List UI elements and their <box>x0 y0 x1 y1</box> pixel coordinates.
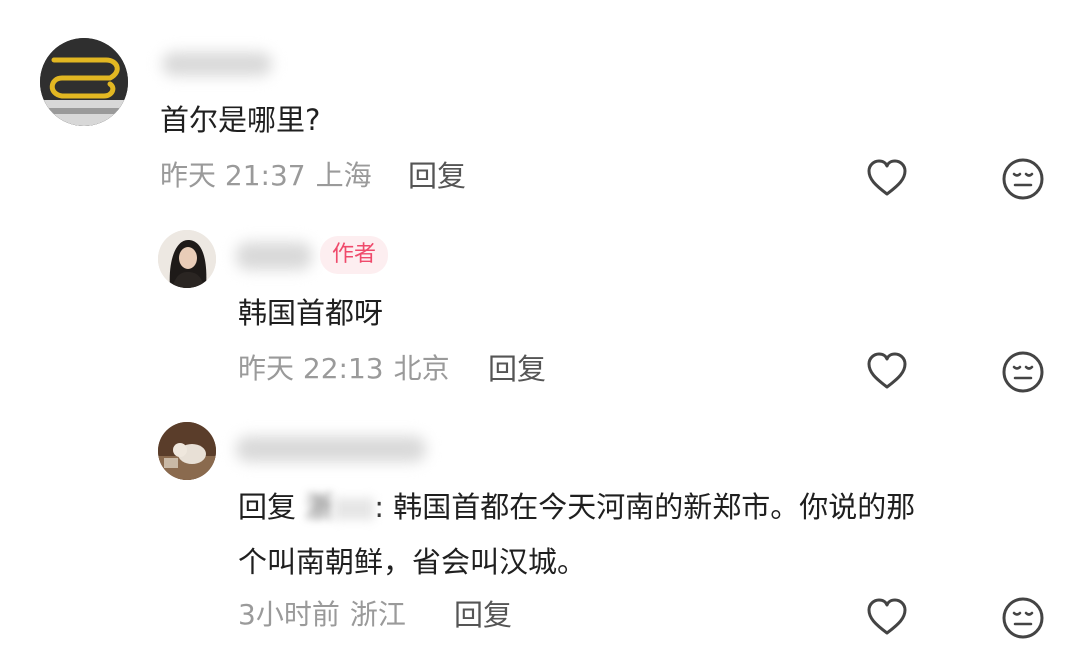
comment-text-body: : 韩国首都在今天河南的新郑市。你说的那 <box>374 490 916 524</box>
author-avatar[interactable] <box>158 230 216 288</box>
neutral-face-icon[interactable] <box>1001 350 1045 394</box>
heart-outline-icon[interactable] <box>865 157 909 201</box>
commenter-avatar[interactable] <box>40 38 128 126</box>
commenter-name-blurred <box>236 436 426 462</box>
comment-meta: 3小时前 浙江 <box>238 597 406 633</box>
comment-text-line-1: 回复 浙 : 韩国首都在今天河南的新郑市。你说的那 <box>238 487 915 527</box>
reply-button[interactable]: 回复 <box>488 351 546 387</box>
comment-text-line-2: 个叫南朝鲜，省会叫汉城。 <box>238 545 587 579</box>
cat-photo-avatar-image <box>158 422 216 480</box>
heart-outline-icon[interactable] <box>865 350 909 394</box>
author-badge: 作者 <box>320 236 389 274</box>
comment-text: 韩国首都呀 <box>238 296 384 330</box>
commenter-avatar[interactable] <box>158 422 216 480</box>
author-name-blurred <box>236 242 312 270</box>
neutral-face-icon[interactable] <box>1001 157 1045 201</box>
woman-photo-avatar-image <box>158 230 216 288</box>
comment-time: 3小时前 <box>238 598 340 631</box>
comment-location: 浙江 <box>349 598 406 631</box>
reply-button[interactable]: 回复 <box>454 597 512 633</box>
neutral-face-icon[interactable] <box>1001 596 1045 640</box>
comment-location: 北京 <box>393 352 450 385</box>
comment-meta: 昨天 22:13 北京 <box>238 351 450 387</box>
comment-location: 上海 <box>315 159 372 192</box>
comment-meta: 昨天 21:37 上海 <box>160 158 372 194</box>
comment-time: 昨天 21:37 <box>160 159 306 192</box>
comment-text: 首尔是哪里? <box>160 103 321 137</box>
commenter-name-blurred <box>162 52 272 76</box>
comment-time: 昨天 22:13 <box>238 352 384 385</box>
heart-outline-icon[interactable] <box>865 596 909 640</box>
number-5-avatar-image <box>40 38 128 126</box>
reply-prefix: 回复 <box>238 490 297 524</box>
reply-to-name[interactable]: 浙 <box>305 490 334 524</box>
reply-button[interactable]: 回复 <box>408 158 466 194</box>
reply-to-name-blur <box>334 498 375 520</box>
